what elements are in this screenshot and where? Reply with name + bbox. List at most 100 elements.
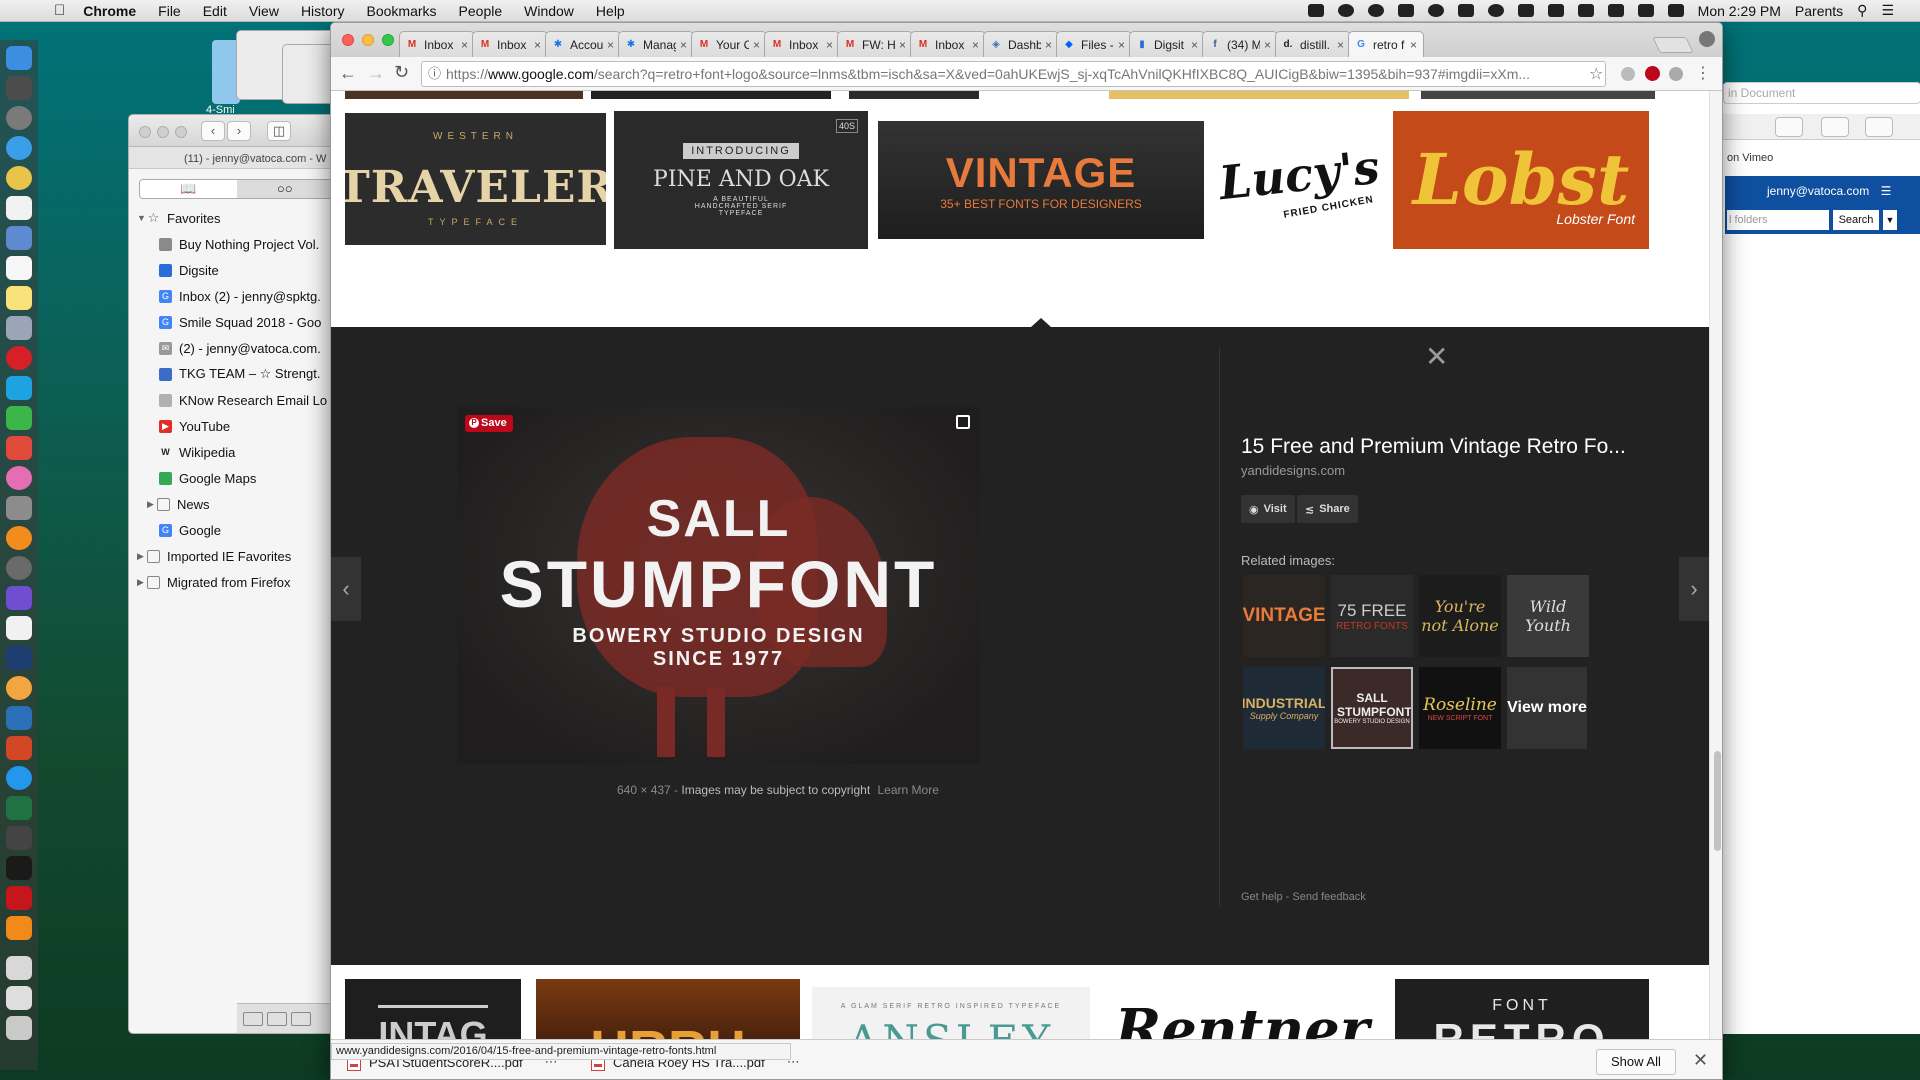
favorite-item[interactable]: ✉ (2) - jenny@vatoca.com.	[159, 335, 337, 361]
tab-fw-h[interactable]: M FW: H ×	[837, 31, 913, 57]
tab-files[interactable]: ◆ Files - ×	[1056, 31, 1132, 57]
disclosure-closed-icon[interactable]: ▶	[137, 577, 147, 588]
share-button[interactable]: ≲ Share	[1297, 495, 1358, 523]
favorite-item[interactable]: G Google	[159, 517, 337, 543]
tab-close-icon[interactable]: ×	[461, 38, 468, 52]
menu-history[interactable]: History	[301, 3, 345, 19]
close-shelf-icon[interactable]: ✕	[1693, 1050, 1708, 1071]
account-email[interactable]: jenny@vatoca.com	[1767, 184, 1869, 198]
menu-icon[interactable]: ☰	[1881, 184, 1892, 198]
menu-help[interactable]: Help	[596, 3, 625, 19]
terminal-icon[interactable]	[6, 856, 32, 880]
tab-distill[interactable]: d. distill. ×	[1275, 31, 1351, 57]
previous-image-button[interactable]: ‹	[331, 557, 361, 621]
tab-close-icon[interactable]: ×	[753, 38, 760, 52]
menu-file[interactable]: File	[158, 3, 181, 19]
status-dropbox-icon[interactable]	[1457, 4, 1474, 17]
download-icon[interactable]	[1775, 117, 1803, 137]
tab-close-icon[interactable]: ×	[1337, 38, 1344, 52]
get-help-link[interactable]: Get help	[1241, 891, 1283, 903]
preview-domain[interactable]: yandidesigns.com	[1241, 463, 1345, 478]
ibooks-icon[interactable]	[6, 526, 32, 550]
disclosure-closed-icon[interactable]: ▶	[137, 551, 147, 562]
safari-close-button[interactable]	[139, 126, 151, 138]
forward-icon[interactable]: →	[367, 63, 385, 84]
tab-close-icon[interactable]: ×	[1264, 38, 1271, 52]
page-scrollbar[interactable]	[1709, 91, 1722, 1079]
favorite-item[interactable]: G Smile Squad 2018 - Goo	[159, 309, 337, 335]
reading-list-tab-icon[interactable]: ○○	[237, 180, 334, 198]
menu-edit[interactable]: Edit	[203, 3, 227, 19]
photo-icon[interactable]	[6, 316, 32, 340]
result-thumbnail-partial[interactable]	[345, 91, 583, 99]
favorites-header[interactable]: ▼ ☆ Favorites	[137, 205, 337, 231]
notes-icon[interactable]	[6, 286, 32, 310]
tab-close-icon[interactable]: ×	[607, 38, 614, 52]
status-bi-icon[interactable]	[1397, 4, 1414, 17]
status-bluetooth-icon[interactable]	[1517, 4, 1534, 17]
outline-view-icon[interactable]	[267, 1012, 287, 1026]
favorite-item[interactable]: Buy Nothing Project Vol.	[159, 231, 337, 257]
related-image[interactable]: You're not Alone	[1419, 575, 1501, 657]
result-thumbnail-pine-and-oak[interactable]: 40S INTRODUCING PINE AND OAK A BEAUTIFUL…	[614, 111, 868, 249]
pinterest-save-button[interactable]: P Save	[465, 415, 513, 432]
imovie-icon[interactable]	[6, 586, 32, 610]
tab-inbox[interactable]: M Inbox ×	[764, 31, 840, 57]
notification-center-icon[interactable]: ☰	[1881, 2, 1894, 19]
disclosure-closed-icon[interactable]: ▶	[147, 499, 157, 510]
word-icon[interactable]	[6, 706, 32, 730]
column-view-icon[interactable]	[291, 1012, 311, 1026]
tab-close-icon[interactable]: ×	[1191, 38, 1198, 52]
chrome-icon[interactable]	[6, 166, 32, 190]
preview-icon[interactable]	[6, 226, 32, 250]
info-icon[interactable]: ⓘ	[428, 62, 441, 86]
status-cloud-icon[interactable]	[1367, 4, 1384, 17]
related-image[interactable]: INDUSTRIAL Supply Company	[1243, 667, 1325, 749]
document-stack-icon[interactable]	[6, 956, 32, 980]
bookmarks-tab-icon[interactable]: 📖	[140, 180, 237, 198]
app-store-icon[interactable]	[6, 766, 32, 790]
show-all-button[interactable]: Show All	[1596, 1049, 1676, 1075]
powerpoint-icon[interactable]	[6, 736, 32, 760]
list-view-icon[interactable]	[243, 1012, 263, 1026]
tab-close-icon[interactable]: ×	[826, 38, 833, 52]
scrollbar-thumb[interactable]	[1714, 751, 1721, 851]
tab-inbox[interactable]: M Inbox ×	[910, 31, 986, 57]
tab-accou[interactable]: ✱ Accou ×	[545, 31, 621, 57]
related-image[interactable]: Wild Youth	[1507, 575, 1589, 657]
result-thumbnail-partial[interactable]	[1421, 91, 1655, 99]
favorite-item[interactable]: TKG TEAM – ☆ Strengt.	[159, 361, 337, 387]
safari-back-button[interactable]: ‹	[201, 121, 225, 141]
status-time-machine-icon[interactable]	[1487, 4, 1504, 17]
favorite-item[interactable]: Digsite	[159, 257, 337, 283]
dvd-player-icon[interactable]	[6, 826, 32, 850]
tab-close-icon[interactable]: ×	[972, 38, 979, 52]
extension-2-icon[interactable]	[1669, 67, 1683, 81]
excel-icon[interactable]	[6, 796, 32, 820]
tab-34-m[interactable]: f (34) M ×	[1202, 31, 1278, 57]
tab-close-icon[interactable]: ×	[534, 38, 541, 52]
result-thumbnail-lucys[interactable]: Lucy's FRIED CHICKEN	[1214, 119, 1384, 241]
related-image[interactable]: 75 FREE RETRO FONTS	[1331, 575, 1413, 657]
profile-icon[interactable]	[1699, 31, 1715, 47]
menu-window[interactable]: Window	[524, 3, 574, 19]
status-airplay-icon[interactable]	[1547, 4, 1564, 17]
tab-retro-f[interactable]: Gretro f ×	[1348, 31, 1424, 57]
extension-icon[interactable]	[1621, 67, 1635, 81]
status-eject-icon[interactable]	[1607, 4, 1624, 17]
chrome-zoom-button[interactable]	[382, 34, 394, 46]
preview-image[interactable]: P Save SALL STUMPFONT BOWERY STUDIO DESIG…	[457, 407, 980, 764]
back-icon[interactable]: ←	[339, 63, 357, 84]
favorite-item[interactable]: ▶ YouTube	[159, 413, 337, 439]
time-machine-icon[interactable]	[6, 556, 32, 580]
favorite-item[interactable]: Google Maps	[159, 465, 337, 491]
menu-bookmarks[interactable]: Bookmarks	[367, 3, 437, 19]
tab-digsit[interactable]: ▮ Digsit ×	[1129, 31, 1205, 57]
photos-icon[interactable]	[6, 676, 32, 700]
new-tab-button[interactable]	[1652, 37, 1694, 53]
tab-close-icon[interactable]: ×	[680, 38, 687, 52]
chrome-close-button[interactable]	[342, 34, 354, 46]
visit-button[interactable]: ◉ Visit	[1241, 495, 1295, 523]
result-thumbnail-vintage[interactable]: VINTAGE 35+ BEST FONTS FOR DESIGNERS	[878, 121, 1204, 239]
status-battery-icon[interactable]	[1667, 4, 1684, 17]
